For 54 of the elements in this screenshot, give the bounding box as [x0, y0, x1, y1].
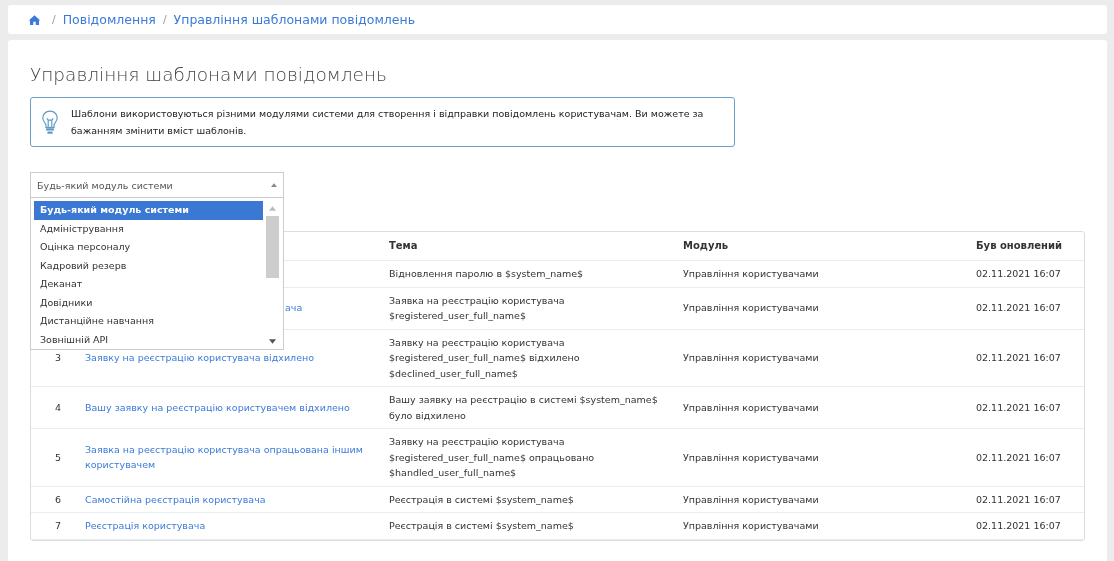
home-icon[interactable]: [28, 13, 41, 26]
table-cell-text: 02.11.2021 16:07: [976, 267, 1061, 281]
table-cell-text: 02.11.2021 16:07: [976, 400, 1061, 415]
table-cell-text: 02.11.2021 16:07: [976, 301, 1061, 316]
breadcrumb-separator: /: [162, 13, 167, 26]
breadcrumb-link[interactable]: Повідомлення: [62, 12, 156, 27]
lightbulb-icon: [41, 109, 59, 135]
dropdown-option[interactable]: Адміністрування: [34, 219, 263, 238]
table-cell-text: Управління користувачами: [683, 351, 819, 365]
dropdown-option[interactable]: Дистанційне навчання: [34, 312, 263, 331]
breadcrumb-separator: /: [52, 13, 56, 26]
dropdown-option[interactable]: Довідники: [34, 293, 263, 312]
scroll-down-icon[interactable]: [268, 339, 276, 344]
dropdown-option[interactable]: Деканат: [34, 275, 263, 294]
table-cell-text: Управління користувачами: [683, 492, 819, 507]
table-cell-text: Управління користувачами: [683, 301, 819, 316]
template-link[interactable]: Самостійна реєстрація користувача: [85, 491, 266, 507]
module-select[interactable]: Будь-який модуль системи: [30, 172, 284, 198]
template-link[interactable]: Заявку на реєстрацію користувача відхилено: [85, 350, 315, 366]
table-cell-text: Управління користувачами: [683, 400, 819, 415]
template-link[interactable]: Заявка на реєстрацію користувача опрацьована іншим користувачем: [85, 441, 369, 473]
column-header: Тема: [389, 239, 418, 254]
table-cell-text: 02.11.2021 16:07: [976, 351, 1061, 365]
dropdown-option[interactable]: Зовнішній API: [34, 330, 263, 349]
table-cell-text: Реєстрація в системі $system_name$: [389, 519, 574, 533]
table-cell-text: Реєстрація в системі $system_name$: [389, 492, 574, 507]
table-cell-text: Управління користувачами: [683, 267, 819, 281]
caret-icon: [271, 183, 277, 187]
table-cell-text: 02.11.2021 16:07: [976, 450, 1061, 465]
dropdown-option[interactable]: Оцінка персоналу: [34, 238, 263, 257]
table-cell-text: Вашу заявку на реєстрацію в системі $system_name$ було відхилено: [389, 393, 659, 423]
table-cell-text: 02.11.2021 16:07: [976, 492, 1061, 507]
table-cell-text: Управління користувачами: [683, 519, 819, 533]
template-link[interactable]: Вашу заявку на реєстрацію користувачем відхилено: [85, 399, 350, 416]
dropdown-option[interactable]: Будь-який модуль системи: [34, 201, 263, 220]
row-number: 7: [54, 519, 61, 533]
info-text: Шаблони використовуються різними модулями системи для створення і відправки повідомлень користувачам. Ви можете за бажанням змінити вміст шаблонів.: [71, 107, 705, 138]
row-number: 3: [54, 351, 61, 365]
table-cell-text: Заявку на реєстрацію користувача $registered_user_full_name$ відхилено $declined_user_full_name$: [389, 335, 581, 381]
dropdown-option[interactable]: Кадровий резерв: [34, 256, 263, 275]
template-link[interactable]: Реєстрація користувача: [85, 518, 206, 534]
row-number: 6: [54, 492, 61, 507]
table-cell-text: Заявка на реєстрацію користувача $registered_user_full_name$: [389, 293, 566, 323]
table-cell-text: Управління користувачами: [683, 450, 819, 465]
row-number: 4: [54, 400, 61, 415]
breadcrumb-link[interactable]: Управління шаблонами повідомлень: [173, 12, 416, 27]
table-cell-text: Заявку на реєстрацію користувача $registered_user_full_name$ опрацьовано $handled_user_full_name$: [389, 435, 596, 480]
column-header: Модуль: [683, 239, 729, 254]
page-title: Управління шаблонами повідомлень: [30, 63, 388, 85]
row-number: 5: [54, 450, 61, 465]
table-cell-text: 02.11.2021 16:07: [976, 519, 1061, 533]
column-header: Був оновлений: [976, 239, 1062, 254]
table-cell-text: Відновлення паролю в $system_name$: [389, 267, 584, 281]
template-link[interactable]: ача: [285, 300, 303, 316]
